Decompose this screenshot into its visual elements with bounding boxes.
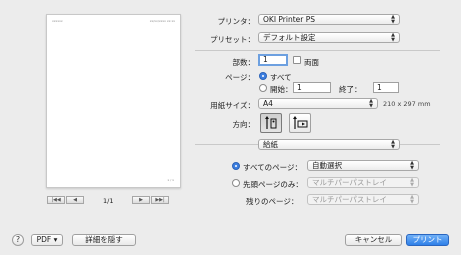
preset-label: プリセット： bbox=[210, 35, 255, 44]
printer-label: プリンタ： bbox=[217, 17, 256, 26]
divider bbox=[195, 50, 440, 51]
feed-all-pages-popup[interactable]: 自動選択 ▲ ▼ bbox=[307, 160, 419, 171]
preview-header-right: xx/xx/xxxx xx:xx bbox=[149, 19, 175, 23]
landscape-icon bbox=[293, 116, 308, 129]
feed-first-page-radio[interactable] bbox=[232, 179, 240, 187]
paper-dimensions: 210 x 297 mm bbox=[383, 100, 431, 108]
pages-range-radio[interactable] bbox=[259, 84, 267, 92]
feed-first-page-popup[interactable]: マルチパーパストレイ ▲ ▼ bbox=[307, 177, 419, 188]
pages-to-field[interactable]: 1 bbox=[373, 82, 399, 93]
orientation-portrait-button[interactable] bbox=[260, 113, 282, 133]
paper-size-value: A4 bbox=[263, 99, 273, 108]
feed-remaining-value: マルチパーパストレイ bbox=[312, 195, 387, 204]
help-button[interactable]: ? bbox=[12, 234, 24, 246]
orientation-landscape-button[interactable] bbox=[289, 113, 311, 133]
popup-arrows-icon: ▲ ▼ bbox=[369, 98, 373, 109]
feed-all-pages-value: 自動選択 bbox=[312, 161, 342, 170]
popup-arrows-icon: ▲ ▼ bbox=[410, 160, 414, 171]
pages-label: ページ： bbox=[225, 73, 255, 82]
copies-label: 部数： bbox=[232, 58, 256, 67]
popup-arrows-icon: ▲ ▼ bbox=[410, 177, 414, 188]
feed-all-pages-label: すべてのページ： bbox=[243, 163, 303, 172]
popup-arrows-icon: ▲ ▼ bbox=[391, 14, 395, 25]
preset-popup[interactable]: デフォルト設定 ▲ ▼ bbox=[258, 32, 400, 43]
preview-footer: x / x bbox=[167, 178, 174, 182]
paper-size-label: 用紙サイズ： bbox=[210, 101, 255, 110]
next-page-button[interactable]: ▶ bbox=[132, 196, 150, 204]
section-value: 給紙 bbox=[263, 140, 278, 149]
feed-remaining-popup[interactable]: マルチパーパストレイ ▲ ▼ bbox=[307, 194, 419, 205]
printer-value: OKI Printer PS bbox=[263, 15, 316, 24]
pages-from-field[interactable]: 1 bbox=[293, 82, 331, 93]
duplex-checkbox[interactable] bbox=[293, 56, 301, 64]
pages-all-label: すべて bbox=[270, 73, 292, 82]
hide-details-button[interactable]: 詳細を隠す bbox=[72, 234, 136, 246]
paper-size-popup[interactable]: A4 ▲ ▼ bbox=[258, 98, 378, 109]
pages-all-radio[interactable] bbox=[259, 72, 267, 80]
popup-arrows-icon: ▲ ▼ bbox=[391, 32, 395, 43]
last-page-button[interactable]: ▶▶| bbox=[151, 196, 169, 204]
feed-remaining-label: 残りのページ： bbox=[246, 197, 299, 206]
printer-popup[interactable]: OKI Printer PS ▲ ▼ bbox=[258, 14, 400, 25]
first-page-button[interactable]: |◀◀ bbox=[47, 196, 65, 204]
section-popup[interactable]: 給紙 ▲ ▼ bbox=[258, 139, 400, 150]
page-indicator: 1/1 bbox=[103, 197, 114, 205]
orientation-label: 方向： bbox=[232, 120, 256, 129]
feed-all-pages-radio[interactable] bbox=[232, 162, 240, 170]
portrait-icon bbox=[265, 116, 277, 129]
print-button[interactable]: プリント bbox=[406, 234, 449, 246]
feed-first-page-value: マルチパーパストレイ bbox=[312, 178, 387, 187]
pdf-menu-button[interactable]: PDF ▾ bbox=[31, 234, 63, 246]
cancel-button[interactable]: キャンセル bbox=[345, 234, 402, 246]
duplex-label: 両面 bbox=[304, 58, 319, 67]
feed-first-page-label: 先頭ページのみ： bbox=[243, 180, 303, 189]
preview-header-left: xxxxxx bbox=[52, 19, 63, 23]
popup-arrows-icon: ▲ ▼ bbox=[410, 194, 414, 205]
preset-value: デフォルト設定 bbox=[263, 33, 316, 42]
copies-field[interactable]: 1 bbox=[258, 54, 288, 66]
previous-page-button[interactable]: ◀ bbox=[66, 196, 84, 204]
pages-to-label: 終了： bbox=[339, 85, 362, 94]
print-preview-page: xxxxxx xx/xx/xxxx xx:xx x / x bbox=[46, 14, 181, 188]
pages-from-label: 開始： bbox=[270, 85, 293, 94]
popup-arrows-icon: ▲ ▼ bbox=[391, 139, 395, 150]
